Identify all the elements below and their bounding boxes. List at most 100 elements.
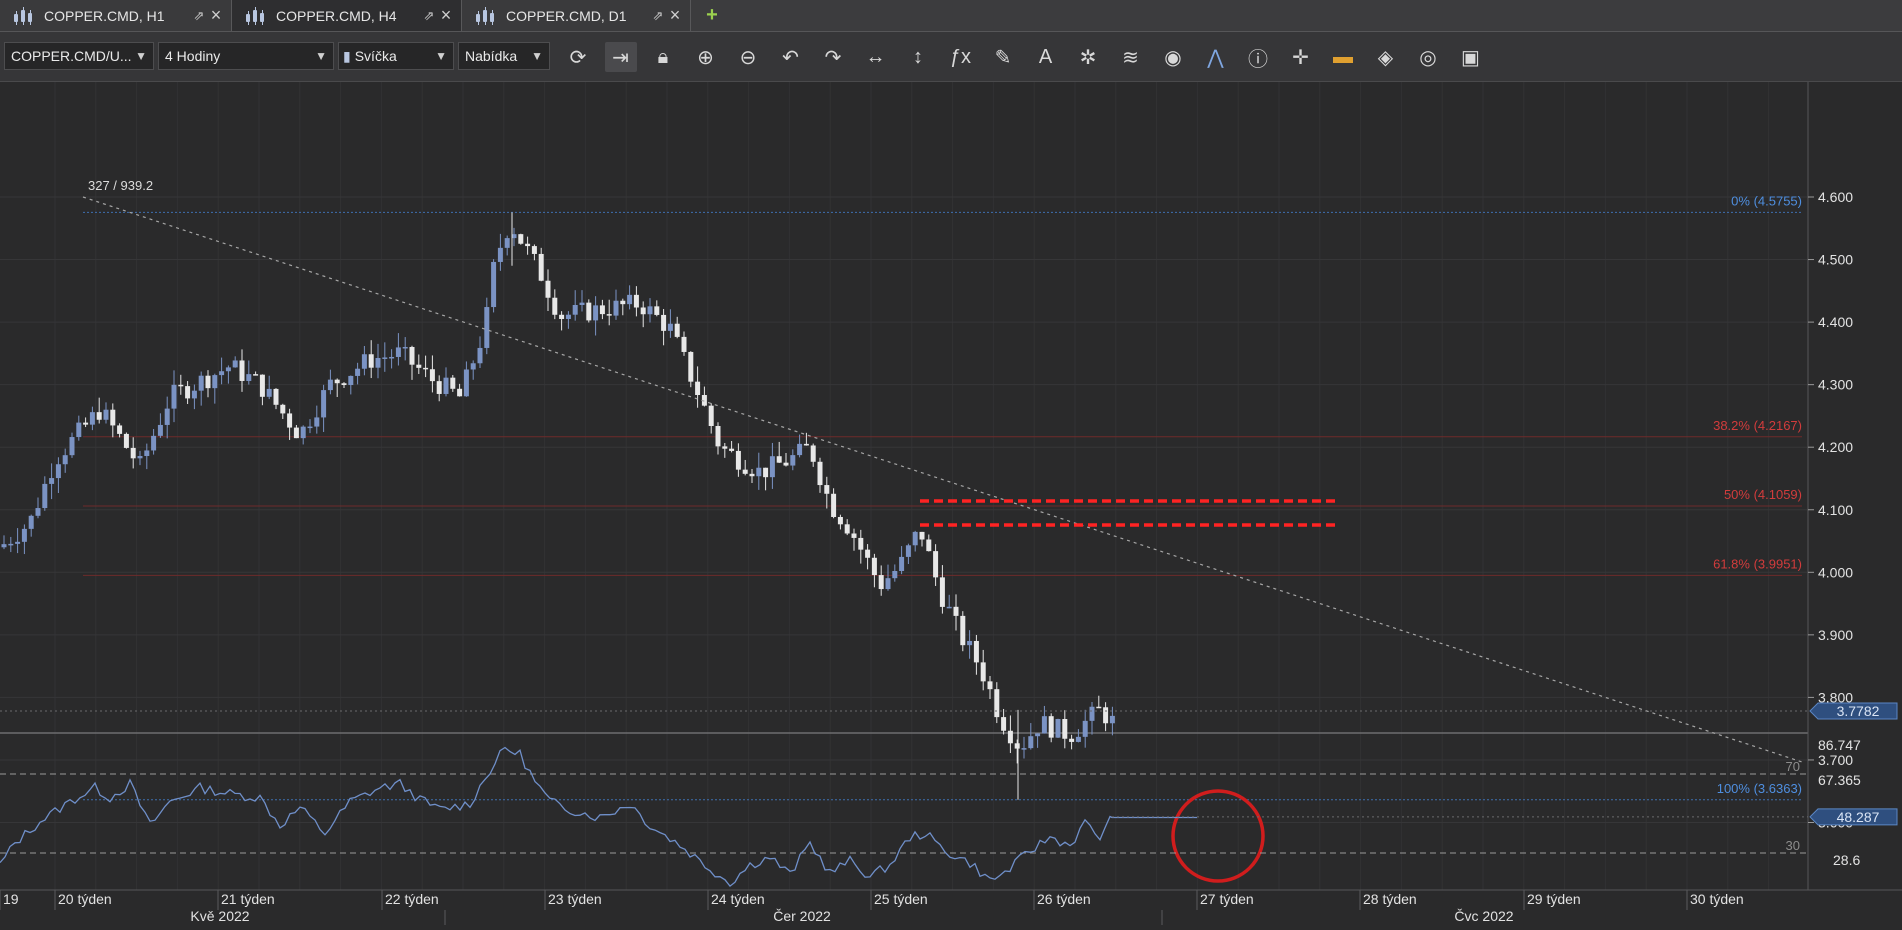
zoom-in-icon[interactable]: ⊕ — [690, 42, 722, 72]
candle-body — [28, 515, 34, 529]
candle-body — [1048, 716, 1054, 738]
fx-indicators-icon[interactable]: ƒx — [945, 42, 977, 72]
candle-body — [1082, 720, 1088, 737]
candle-body — [593, 305, 599, 321]
candle-body — [837, 516, 843, 525]
horizontal-fit-icon[interactable]: ↔ — [860, 42, 892, 72]
close-icon[interactable]: × — [207, 5, 225, 26]
price-tick-label: 4.300 — [1818, 377, 1853, 393]
eye-icon[interactable]: ◉ — [1157, 42, 1189, 72]
candle-body — [130, 447, 136, 459]
chart-canvas[interactable]: 0% (4.5755) 38.2% (4.2167) 50% (4.1059) 61.… — [0, 82, 1902, 925]
candle-body — [627, 294, 633, 305]
candle-body — [21, 528, 27, 542]
candle-body — [831, 493, 837, 517]
candle-body — [844, 524, 850, 534]
candle-body — [892, 571, 898, 579]
candle-body — [572, 304, 578, 315]
period-value: 4 Hodiny — [165, 48, 221, 64]
alert-signal-icon[interactable]: ⋀ — [1200, 42, 1232, 72]
price-side-select[interactable]: Nabídka ▼ — [458, 42, 550, 70]
popout-icon[interactable]: ⇗ — [191, 8, 207, 24]
candle-body — [939, 577, 945, 607]
tab-copper-h4[interactable]: COPPER.CMD, H4 ⇗ × — [232, 0, 462, 31]
candle-body — [266, 388, 272, 397]
rsi-scale-top: 86.747 — [1818, 737, 1861, 753]
chart-background — [0, 82, 1902, 925]
candle-body — [552, 297, 558, 315]
period-select[interactable]: 4 Hodiny ▼ — [158, 42, 334, 70]
color-palette-icon[interactable]: ▬ — [1327, 42, 1359, 72]
settings-wheel-icon[interactable]: ◎ — [1412, 42, 1444, 72]
candle-body — [783, 462, 789, 466]
text-tool-icon[interactable]: A — [1030, 42, 1062, 72]
candle-body — [708, 405, 714, 426]
candle-body — [83, 422, 89, 425]
candle-body — [579, 302, 585, 305]
zoom-out-icon[interactable]: ⊖ — [732, 42, 764, 72]
candle-body — [89, 412, 95, 425]
close-icon[interactable]: × — [666, 5, 684, 26]
candle-body — [885, 578, 891, 590]
popout-icon[interactable]: ⇗ — [421, 8, 437, 24]
candle-body — [15, 541, 21, 544]
crosshair-icon[interactable]: ✛ — [1285, 42, 1317, 72]
month-label: Čvc 2022 — [1454, 908, 1513, 924]
shift-chart-icon[interactable]: ⇥ — [604, 42, 637, 72]
paint-bucket-icon[interactable]: ◈ — [1370, 42, 1402, 72]
popout-icon[interactable]: ⇗ — [650, 8, 666, 24]
chart-type-select[interactable]: ▮ Svíčka ▼ — [338, 42, 454, 70]
redo-icon[interactable]: ↷ — [817, 42, 849, 72]
candlestick-icon — [244, 6, 266, 25]
candle-body — [919, 531, 925, 540]
candle-body — [688, 351, 694, 382]
candle-body — [443, 377, 449, 394]
week-label: 29 týden — [1527, 891, 1581, 907]
candle-body — [525, 243, 531, 247]
layers-icon[interactable]: ≋ — [1115, 42, 1147, 72]
crosshair-readout: 327 / 939.2 — [88, 178, 153, 193]
candle-body — [647, 306, 653, 315]
candle-body — [1007, 730, 1013, 744]
candle-body — [681, 336, 687, 352]
week-label: 23 týden — [548, 891, 602, 907]
candle-body — [973, 640, 979, 663]
week-label: 27 týden — [1200, 891, 1254, 907]
lock-icon[interactable]: 🔒︎ — [647, 42, 679, 72]
week-label: 21 týden — [221, 891, 275, 907]
candle-body — [613, 300, 619, 316]
add-chart-icon[interactable]: + — [700, 3, 724, 27]
candle-body — [307, 426, 313, 429]
vertical-fit-icon[interactable]: ↕ — [902, 42, 934, 72]
candle-body — [205, 375, 211, 389]
pencil-draw-icon[interactable]: ✎ — [987, 42, 1019, 72]
candle-body — [878, 575, 884, 590]
candle-body — [994, 689, 1000, 718]
candle-body — [232, 360, 238, 368]
refresh-icon[interactable]: ⟳ — [562, 42, 594, 72]
candle-body — [225, 367, 231, 372]
close-icon[interactable]: × — [437, 5, 455, 26]
tab-copper-d1[interactable]: COPPER.CMD, D1 ⇗ × — [462, 0, 691, 31]
candle-body — [803, 443, 809, 446]
candle-body — [518, 234, 524, 244]
instrument-select[interactable]: COPPER.CMD/U... ▼ — [4, 42, 154, 70]
candle-body — [293, 427, 299, 439]
tab-copper-h1[interactable]: COPPER.CMD, H1 ⇗ × — [0, 0, 232, 31]
candle-body — [960, 615, 966, 646]
pattern-icon[interactable]: ✲ — [1072, 42, 1104, 72]
chart-area[interactable]: 0% (4.5755) 38.2% (4.2167) 50% (4.1059) 61.… — [0, 82, 1902, 925]
price-side-value: Nabídka — [465, 48, 518, 64]
candle-body — [695, 381, 701, 396]
chart-type-value: Svíčka — [354, 48, 397, 64]
candle-body — [259, 374, 265, 397]
undo-icon[interactable]: ↶ — [775, 42, 807, 72]
time-axis[interactable]: 19 20 týden 21 týden 22 týden 23 týden 24 týd… — [0, 889, 1902, 925]
info-icon[interactable]: ⓘ — [1242, 42, 1274, 72]
rsi-70-label: 70 — [1786, 759, 1800, 774]
candle-body — [49, 478, 55, 484]
save-icon[interactable]: ▣ — [1455, 42, 1487, 72]
week-label: 28 týden — [1363, 891, 1417, 907]
candle-body — [219, 371, 225, 376]
candle-body — [899, 556, 905, 572]
